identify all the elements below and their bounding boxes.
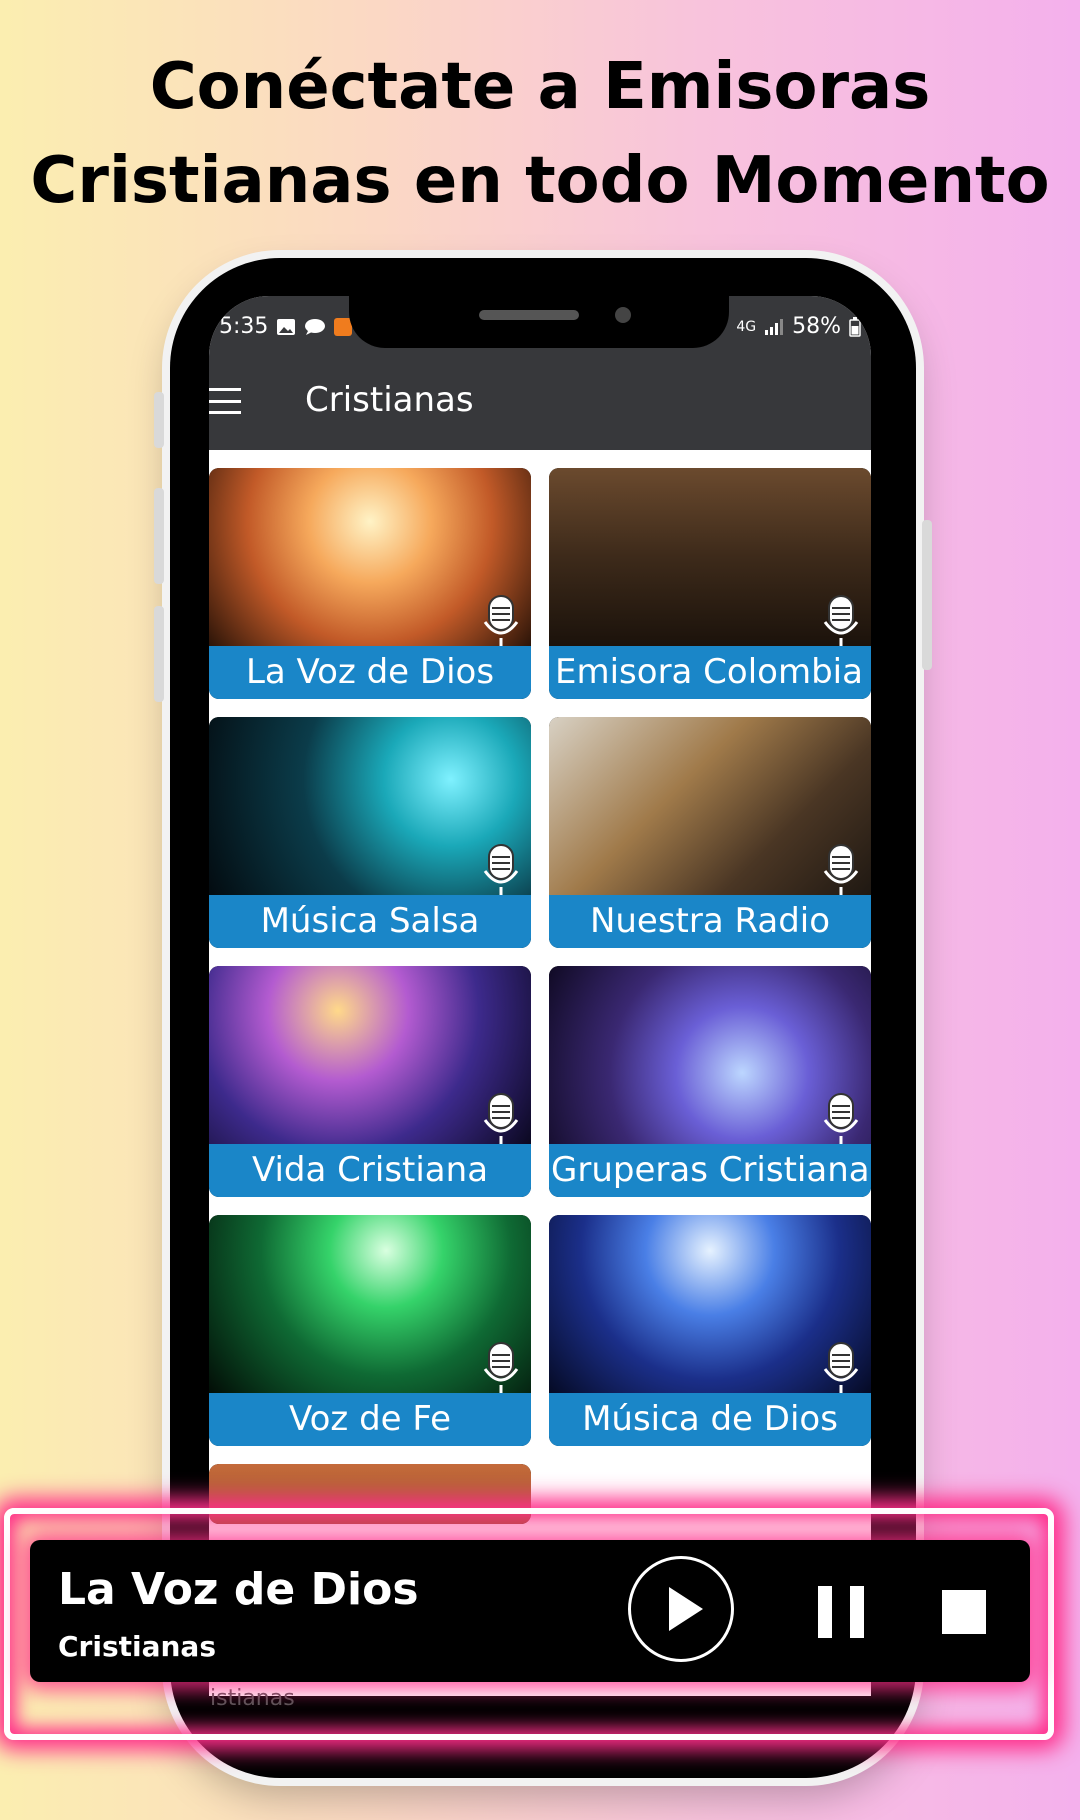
station-card[interactable]: Emisora Colombia	[549, 468, 871, 699]
station-card[interactable]: Música Salsa	[209, 717, 531, 948]
station-name: Nuestra Radio	[549, 895, 871, 948]
battery-percent: 58%	[792, 314, 841, 339]
station-card[interactable]: La Voz de Dios	[209, 468, 531, 699]
microphone-icon	[823, 595, 859, 648]
station-name: Vida Cristiana	[209, 1144, 531, 1197]
phone-volume-up-button	[154, 488, 164, 584]
image-notification-icon	[277, 318, 296, 335]
headline-line-1: Conéctate a Emisoras	[149, 50, 931, 124]
microphone-icon	[823, 1093, 859, 1146]
now-playing-category: Cristianas	[58, 1630, 216, 1663]
camera-notch	[349, 296, 729, 348]
headline-line-2: Cristianas en todo Momento	[30, 144, 1050, 218]
signal-icon	[765, 318, 784, 335]
station-grid: La Voz de Dios Emisora Colombia Música S…	[209, 468, 871, 1524]
toolbar-title: Cristianas	[305, 380, 474, 420]
promo-headline: Conéctate a Emisoras Cristianas en todo …	[0, 40, 1080, 228]
front-camera	[615, 307, 631, 323]
station-card[interactable]: Voz de Fe	[209, 1215, 531, 1446]
station-name: Voz de Fe	[209, 1393, 531, 1446]
station-name: Música de Dios	[549, 1393, 871, 1446]
microphone-icon	[823, 844, 859, 897]
play-button[interactable]	[628, 1556, 734, 1662]
station-name: La Voz de Dios	[209, 646, 531, 699]
microphone-icon	[483, 1342, 519, 1395]
status-bar: 5:35 4G 58%	[209, 296, 871, 356]
station-card[interactable]: Vida Cristiana	[209, 966, 531, 1197]
microphone-icon	[483, 1093, 519, 1146]
phone-power-button	[922, 520, 932, 670]
chat-notification-icon	[305, 318, 326, 335]
app-toolbar: Cristianas	[209, 356, 871, 450]
battery-icon	[849, 316, 861, 337]
stop-icon[interactable]	[942, 1590, 986, 1634]
earpiece-speaker	[479, 310, 579, 320]
microphone-icon	[483, 844, 519, 897]
hamburger-menu-icon[interactable]	[209, 388, 241, 414]
network-type: 4G	[736, 318, 757, 335]
phone-side-button	[154, 392, 164, 448]
phone-volume-down-button	[154, 606, 164, 702]
phone-screen: 5:35 4G 58% Cristianas La Voz de Dios Em…	[209, 296, 871, 1696]
now-playing-title: La Voz de Dios	[58, 1564, 419, 1615]
pause-icon[interactable]	[818, 1586, 864, 1638]
station-name: Gruperas Cristianas	[549, 1144, 871, 1197]
station-card[interactable]: Gruperas Cristianas	[549, 966, 871, 1197]
microphone-icon	[483, 595, 519, 648]
station-name: Música Salsa	[209, 895, 531, 948]
play-icon	[669, 1587, 703, 1631]
station-card[interactable]: Música de Dios	[549, 1215, 871, 1446]
mini-player: La Voz de Dios Cristianas	[30, 1540, 1030, 1682]
status-time: 5:35	[219, 314, 269, 339]
station-card[interactable]: Nuestra Radio	[549, 717, 871, 948]
station-name: Emisora Colombia	[549, 646, 871, 699]
microphone-icon	[823, 1342, 859, 1395]
